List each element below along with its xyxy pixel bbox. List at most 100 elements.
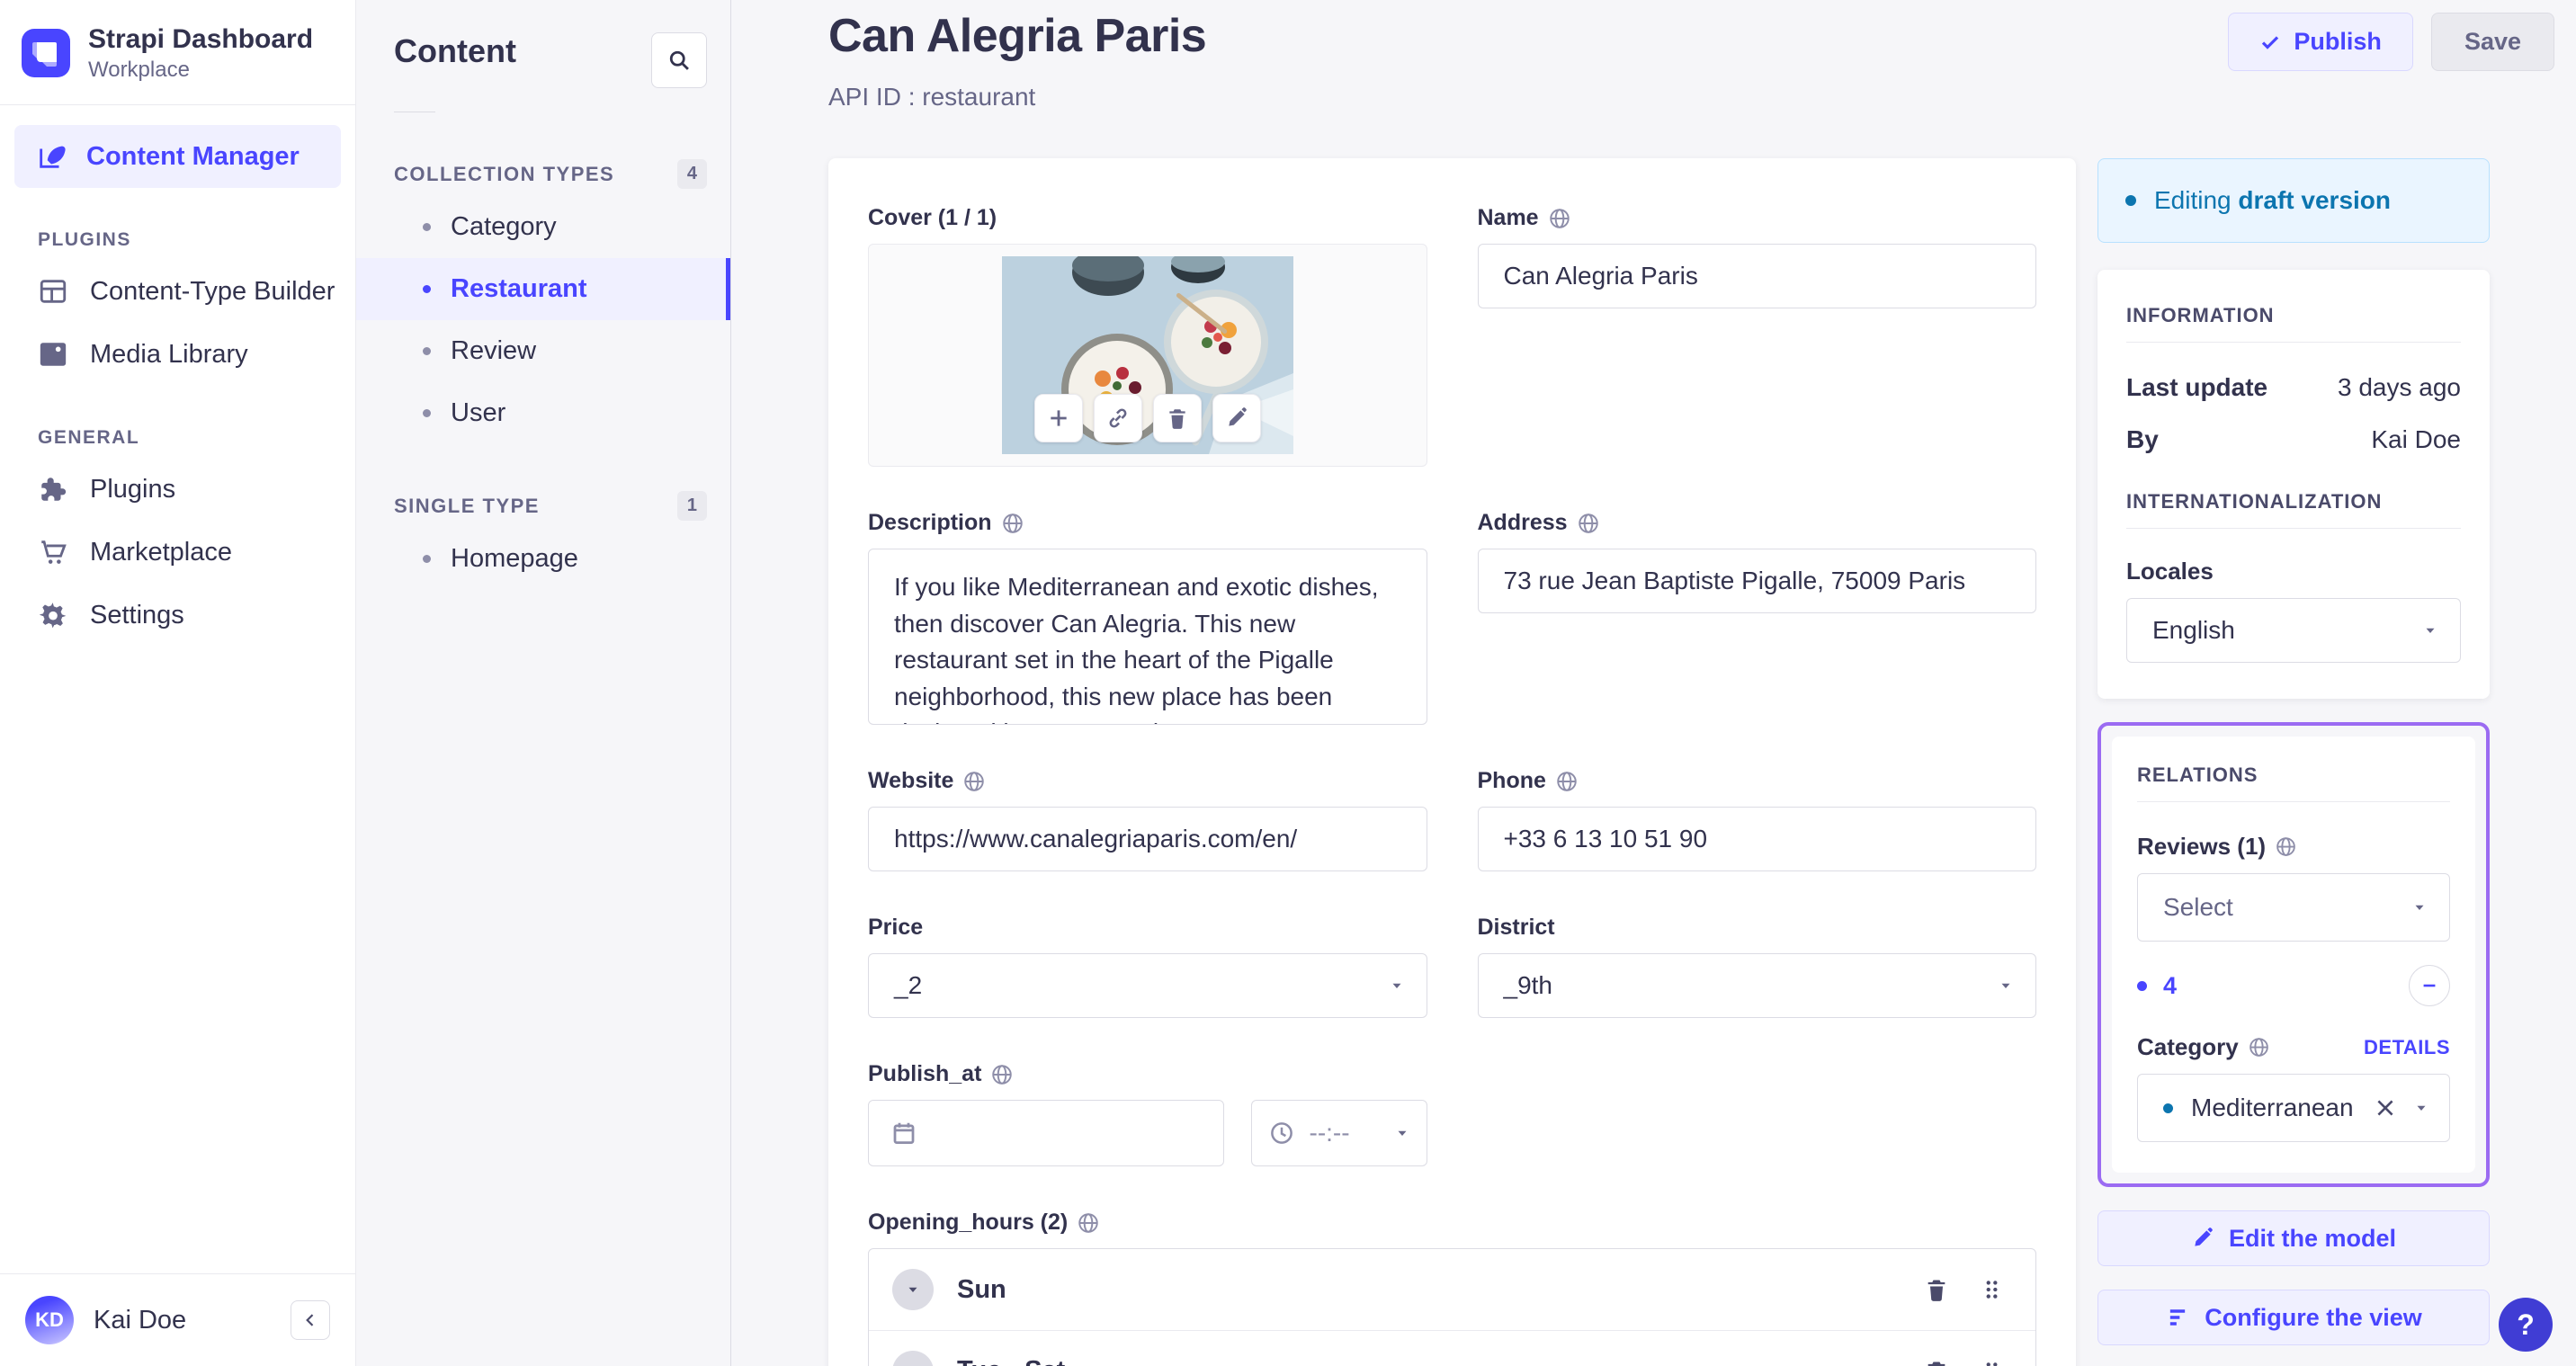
drag-handle-icon[interactable] [1980,1278,2003,1301]
subnav-title: Content [394,32,516,69]
field-description: Description If you like Mediterranean an… [868,510,1427,725]
edit-media-button[interactable] [1212,394,1261,442]
pencil-icon [1229,407,1247,426]
chevron-down-icon [2422,622,2438,638]
configure-view-button[interactable]: Configure the view [2097,1290,2490,1345]
address-input[interactable] [1477,549,2036,613]
single-type-count-badge: 1 [676,491,707,521]
expand-row-button[interactable] [892,1269,934,1310]
reviews-select[interactable]: Select [2137,873,2450,942]
subnav-item-restaurant[interactable]: Restaurant [356,258,730,320]
subnav-item-homepage[interactable]: Homepage [356,528,730,590]
cart-icon [38,537,68,567]
globe-icon [990,1063,1014,1086]
chevron-down-icon [908,1287,917,1292]
edit-model-button[interactable]: Edit the model [2097,1210,2490,1266]
phone-input[interactable] [1477,807,2036,871]
add-media-button[interactable] [1033,394,1083,442]
category-label: Category [2137,1033,2270,1061]
by-row: By Kai Doe [2126,425,2461,453]
sidebar-item-label: Content-Type Builder [90,276,335,306]
clock-icon [1270,1122,1292,1144]
linked-review-link[interactable]: 4 [2163,972,2177,1000]
bullet-icon [423,285,431,293]
copy-link-button[interactable] [1093,394,1142,442]
delete-row-button[interactable] [1924,1277,1949,1302]
puzzle-icon [38,474,68,504]
subnav-item-user[interactable]: User [356,382,730,444]
minus-icon [2423,984,2436,987]
link-icon [1109,408,1127,428]
sidebar-item-plugins[interactable]: Plugins [0,458,355,521]
field-cover: Cover (1 / 1) [868,205,1427,467]
bullet-icon [423,555,431,563]
expand-row-button[interactable] [892,1350,934,1366]
name-input[interactable] [1477,244,2036,308]
divider [2126,528,2461,529]
subnav-item-review[interactable]: Review [356,320,730,382]
district-select[interactable]: _9th [1477,953,2036,1018]
section-label: COLLECTION TYPES [394,162,615,185]
brand: Strapi Dashboard Workplace [0,0,355,104]
sidebar-section-general: GENERAL [38,427,140,448]
sidebar-section-plugins: PLUGINS [38,229,131,250]
save-button[interactable]: Save [2430,13,2554,71]
cover-actions [1033,394,1261,442]
sidebar-item-media-library[interactable]: Media Library [0,323,355,386]
delete-media-button[interactable] [1152,394,1202,442]
pencil-icon [2195,1228,2213,1246]
subnav-item-category[interactable]: Category [356,196,730,258]
details-link[interactable]: DETAILS [2364,1036,2450,1059]
website-input[interactable] [868,807,1427,871]
field-phone: Phone [1477,768,2036,871]
divider [0,104,355,105]
sidebar-item-content-manager[interactable]: Content Manager [14,125,341,188]
help-button[interactable]: ? [2499,1298,2553,1352]
price-select[interactable]: _2 [868,953,1427,1018]
globe-icon [2275,835,2297,858]
api-id-subtitle: API ID : restaurant [828,83,1036,111]
list-settings-icon [2170,1309,2186,1326]
divider [2126,342,2461,343]
field-name: Name [1477,205,2036,467]
search-button[interactable] [651,32,707,88]
sidebar-item-marketplace[interactable]: Marketplace [0,521,355,584]
delete-row-button[interactable] [1924,1359,1949,1366]
linked-review-row: 4 [2137,965,2450,1006]
search-icon [669,50,689,70]
chevron-down-icon [2411,899,2428,915]
app-subtitle: Workplace [88,58,190,82]
bullet-icon [423,409,431,417]
reviews-label: Reviews (1) [2137,833,2450,861]
globe-icon [1555,770,1579,793]
content-manager-icon [36,141,67,172]
field-publish-at: Publish_at --:-- [868,1061,1427,1166]
strapi-logo-icon [22,29,70,77]
layout-grid-icon [38,276,68,307]
globe-icon [962,770,986,793]
relations-card: RELATIONS Reviews (1) Select 4 Category … [2112,737,2475,1173]
sidebar-item-content-type-builder[interactable]: Content-Type Builder [0,260,355,323]
chevron-left-icon [306,1314,314,1326]
globe-icon [1577,512,1600,535]
information-card: INFORMATION Last update 3 days ago By Ka… [2097,270,2490,699]
publish-date-input[interactable] [868,1100,1224,1166]
globe-icon [1001,512,1024,535]
field-price: Price _2 [868,915,1427,1018]
last-update-row: Last update 3 days ago [2126,373,2461,401]
avatar: KD [25,1296,74,1344]
remove-relation-button[interactable] [2409,965,2450,1006]
drag-handle-icon[interactable] [1980,1360,2003,1366]
description-textarea[interactable]: If you like Mediterranean and exotic dis… [868,549,1427,725]
user-name: Kai Doe [94,1305,187,1335]
publish-time-select[interactable]: --:-- [1250,1100,1427,1166]
plus-icon [1051,410,1067,426]
section-label: SINGLE TYPE [394,494,540,517]
clear-category-button[interactable] [2374,1096,2397,1120]
sidebar-item-settings[interactable]: Settings [0,584,355,647]
category-select[interactable]: Mediterranean [2137,1074,2450,1142]
collapse-sidebar-button[interactable] [291,1300,330,1340]
publish-button[interactable]: Publish [2228,13,2413,71]
entry-form-card: Cover (1 / 1) Name Can Alegria Paris Des… [828,158,2076,1366]
locale-select[interactable]: English [2126,598,2461,663]
